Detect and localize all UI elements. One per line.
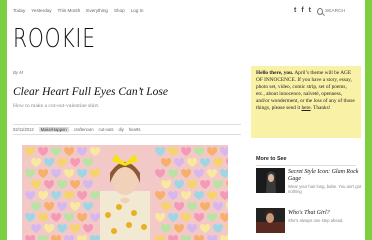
story-subtitle: Wear your hair long, babe. You ain't got…	[288, 184, 362, 194]
page-background-strip	[365, 0, 372, 240]
nav-today[interactable]: Today	[13, 8, 25, 13]
search-input[interactable]	[325, 9, 359, 14]
divider	[256, 165, 356, 166]
nav-log-in[interactable]: Log In	[131, 8, 144, 13]
tumblr-icon[interactable]: t	[294, 7, 296, 14]
hero-photo	[22, 145, 228, 240]
announcement-end: . Thanks!	[310, 105, 331, 111]
article-title[interactable]: Clear Heart Full Eyes Can’t Lose	[13, 86, 168, 98]
tag-link[interactable]: craftenoon	[74, 127, 94, 132]
page-content: Today Yesterday This Month Everything Sh…	[7, 0, 365, 240]
announcement-greeting: Hello there, you.	[256, 70, 294, 76]
main-nav: Today Yesterday This Month Everything Sh…	[13, 8, 150, 13]
more-to-see-heading: More to See	[256, 156, 287, 162]
story-title[interactable]: Secret Style Icon: Glam Rock Gage	[288, 169, 366, 183]
nav-shop[interactable]: Shop	[114, 8, 125, 13]
tag-link[interactable]: diy	[118, 127, 123, 132]
site-logo[interactable]: ROOKIE	[13, 24, 96, 54]
article-subtitle: How to make a cut-out-valentine shirt.	[13, 103, 100, 109]
nav-everything[interactable]: Everything	[86, 8, 108, 13]
tag-link[interactable]: cut-outs	[99, 127, 114, 132]
story-subtitle: She's always one step ahead.	[288, 218, 344, 223]
search-box	[317, 7, 359, 16]
story-photo	[256, 168, 285, 193]
story-photo	[256, 208, 285, 233]
twitter-icon[interactable]: t	[309, 7, 311, 14]
article-date: 02/11/2012	[13, 127, 34, 132]
search-icon[interactable]	[317, 8, 323, 15]
candy-heart	[220, 235, 228, 240]
article-category[interactable]: Make/Happen	[38, 127, 69, 132]
top-bar: Today Yesterday This Month Everything Sh…	[7, 6, 365, 20]
facebook-icon[interactable]: f	[301, 7, 303, 14]
hero-image[interactable]	[22, 145, 228, 240]
story-title[interactable]: Who's That Girl?	[288, 210, 366, 217]
article-meta: 02/11/2012 Make/Happen craftenoon cut-ou…	[13, 124, 241, 135]
submission-link[interactable]: here	[301, 105, 310, 111]
tag-link[interactable]: hearts	[129, 127, 141, 132]
social-links: t f t	[294, 7, 311, 14]
article-byline: By M	[13, 70, 24, 75]
announcement-box: Hello there, you. April’s theme will be …	[251, 66, 361, 138]
nav-yesterday[interactable]: Yesterday	[31, 8, 51, 13]
story-thumbnail[interactable]	[256, 168, 285, 193]
nav-this-month[interactable]: This Month	[58, 8, 81, 13]
story-thumbnail[interactable]	[256, 208, 285, 233]
